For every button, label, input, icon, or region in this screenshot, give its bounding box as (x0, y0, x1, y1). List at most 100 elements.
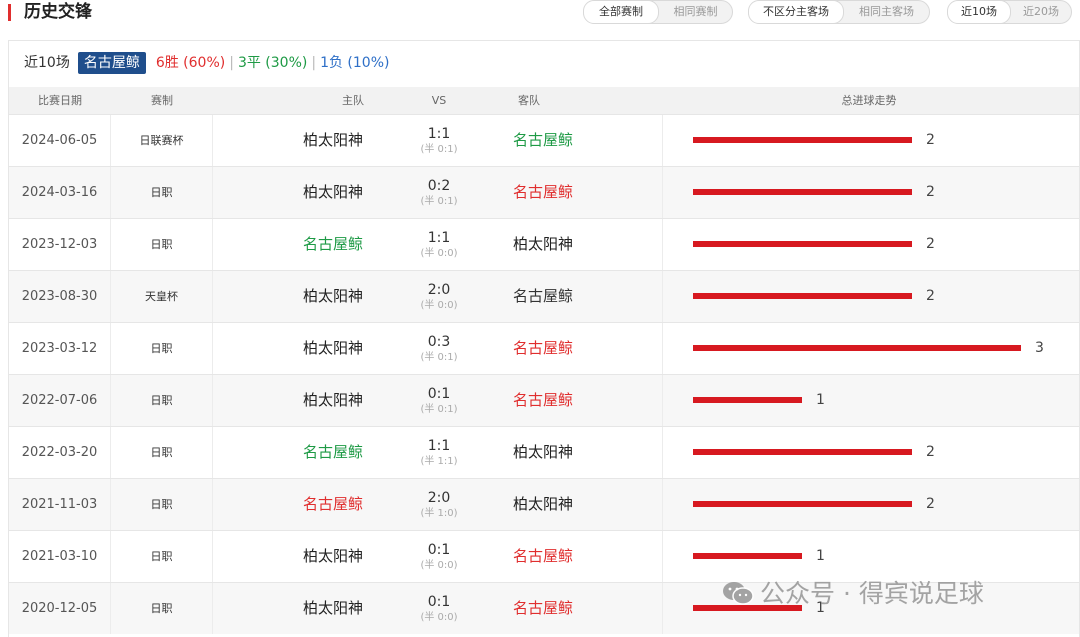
goal-bar (693, 501, 912, 507)
header-vs: VS (431, 94, 447, 107)
away-team[interactable]: 名古屋鲸 (513, 115, 663, 166)
half-time-score: (半 0:1) (420, 144, 458, 155)
goal-trend: 2 (663, 427, 1079, 478)
full-time-score: 0:1 (427, 594, 451, 610)
table-row[interactable]: 2024-03-16 日职 柏太阳神 0:2 (半 0:1) 名古屋鲸 2 (9, 166, 1079, 218)
goal-trend: 1 (663, 531, 1079, 582)
watermark: 公众号 · 得宾说足球 (722, 578, 984, 610)
match-competition: 日职 (111, 427, 213, 478)
summary-separator: | (229, 55, 234, 71)
away-team[interactable]: 名古屋鲸 (513, 375, 663, 426)
table-row[interactable]: 2023-08-30 天皇杯 柏太阳神 2:0 (半 0:0) 名古屋鲸 2 (9, 270, 1079, 322)
competition-filter: 全部赛制 相同赛制 (583, 0, 733, 24)
goal-bar (693, 449, 912, 455)
half-time-score: (半 0:0) (420, 300, 458, 311)
away-team[interactable]: 名古屋鲸 (513, 271, 663, 322)
filter-last-20[interactable]: 近20场 (1011, 1, 1071, 23)
watermark-text: 公众号 · 得宾说足球 (760, 579, 984, 608)
draw-count: 3平 (30%) (237, 55, 308, 71)
match-date: 2023-12-03 (9, 219, 111, 270)
filter-same-venue[interactable]: 相同主客场 (844, 1, 929, 23)
goal-bar (693, 553, 802, 559)
match-score: 2:0 (半 0:0) (399, 271, 479, 322)
away-team[interactable]: 名古屋鲸 (513, 323, 663, 374)
match-date: 2021-03-10 (9, 531, 111, 582)
header-date: 比赛日期 (38, 94, 82, 107)
full-time-score: 0:3 (427, 334, 451, 350)
header-away: 客队 (518, 94, 540, 107)
wechat-icon (723, 582, 754, 605)
header-home: 主队 (342, 94, 364, 107)
half-time-score: (半 0:0) (420, 560, 458, 571)
count-filter: 近10场 近20场 (947, 0, 1072, 24)
goal-bar (693, 241, 912, 247)
section-title: 历史交锋 (24, 2, 92, 22)
match-competition: 日职 (111, 531, 213, 582)
match-date: 2022-03-20 (9, 427, 111, 478)
goal-value: 1 (816, 548, 825, 564)
title-accent-bar (8, 4, 11, 21)
match-score: 0:2 (半 0:1) (399, 167, 479, 218)
match-competition: 日联赛杯 (111, 115, 213, 166)
full-time-score: 2:0 (427, 282, 451, 298)
match-competition: 天皇杯 (111, 271, 213, 322)
goal-bar (693, 189, 912, 195)
table-row[interactable]: 2024-06-05 日联赛杯 柏太阳神 1:1 (半 0:1) 名古屋鲸 2 (9, 114, 1079, 166)
match-date: 2022-07-06 (9, 375, 111, 426)
summary-separator: | (311, 55, 317, 71)
team-badge: 名古屋鲸 (77, 52, 146, 74)
goal-value: 2 (926, 132, 935, 148)
match-competition: 日职 (111, 479, 213, 530)
half-time-score: (半 0:1) (420, 352, 458, 363)
match-score: 0:1 (半 0:0) (399, 531, 479, 582)
match-date: 2020-12-05 (9, 583, 111, 634)
full-time-score: 0:1 (427, 386, 451, 402)
header-competition: 赛制 (151, 94, 173, 107)
summary-label: 近10场 (24, 55, 70, 71)
goal-trend: 2 (663, 167, 1079, 218)
goal-trend: 2 (663, 479, 1079, 530)
goal-value: 2 (926, 496, 935, 512)
match-competition: 日职 (111, 323, 213, 374)
goal-trend: 3 (663, 323, 1079, 374)
table-row[interactable]: 2022-07-06 日职 柏太阳神 0:1 (半 0:1) 名古屋鲸 1 (9, 374, 1079, 426)
match-score: 1:1 (半 0:1) (399, 115, 479, 166)
goal-trend: 2 (663, 115, 1079, 166)
away-team[interactable]: 名古屋鲸 (513, 167, 663, 218)
away-team[interactable]: 名古屋鲸 (513, 531, 663, 582)
goal-bar (693, 137, 912, 143)
goal-value: 2 (926, 288, 935, 304)
table-row[interactable]: 2023-12-03 日职 名古屋鲸 1:1 (半 0:0) 柏太阳神 2 (9, 218, 1079, 270)
loss-count: 1负 (10%) (320, 55, 390, 71)
away-team[interactable]: 名古屋鲸 (513, 583, 663, 634)
table-header: 比赛日期 赛制 主队 VS 客队 总进球走势 (9, 87, 1079, 114)
goal-value: 2 (926, 236, 935, 252)
away-team[interactable]: 柏太阳神 (513, 219, 663, 270)
match-date: 2023-08-30 (9, 271, 111, 322)
match-score: 1:1 (半 0:0) (399, 219, 479, 270)
goal-value: 3 (1035, 340, 1044, 356)
match-date: 2024-06-05 (9, 115, 111, 166)
table-row[interactable]: 2021-03-10 日职 柏太阳神 0:1 (半 0:0) 名古屋鲸 1 (9, 530, 1079, 582)
filter-last-10[interactable]: 近10场 (947, 0, 1011, 24)
away-team[interactable]: 柏太阳神 (513, 479, 663, 530)
goal-trend: 2 (663, 271, 1079, 322)
goal-value: 2 (926, 444, 935, 460)
match-score: 1:1 (半 1:1) (399, 427, 479, 478)
filter-same-competition[interactable]: 相同赛制 (659, 1, 732, 23)
half-time-score: (半 0:0) (420, 612, 458, 623)
match-score: 0:3 (半 0:1) (399, 323, 479, 374)
match-date: 2024-03-16 (9, 167, 111, 218)
filter-any-venue[interactable]: 不区分主客场 (748, 0, 844, 24)
match-competition: 日职 (111, 219, 213, 270)
table-row[interactable]: 2021-11-03 日职 名古屋鲸 2:0 (半 1:0) 柏太阳神 2 (9, 478, 1079, 530)
half-time-score: (半 1:0) (420, 508, 458, 519)
full-time-score: 1:1 (427, 230, 451, 246)
goal-bar (693, 397, 802, 403)
header-goal-trend: 总进球走势 (841, 94, 897, 107)
goal-trend: 2 (663, 219, 1079, 270)
table-row[interactable]: 2023-03-12 日职 柏太阳神 0:3 (半 0:1) 名古屋鲸 3 (9, 322, 1079, 374)
table-row[interactable]: 2022-03-20 日职 名古屋鲸 1:1 (半 1:1) 柏太阳神 2 (9, 426, 1079, 478)
away-team[interactable]: 柏太阳神 (513, 427, 663, 478)
filter-all-competitions[interactable]: 全部赛制 (583, 0, 659, 24)
